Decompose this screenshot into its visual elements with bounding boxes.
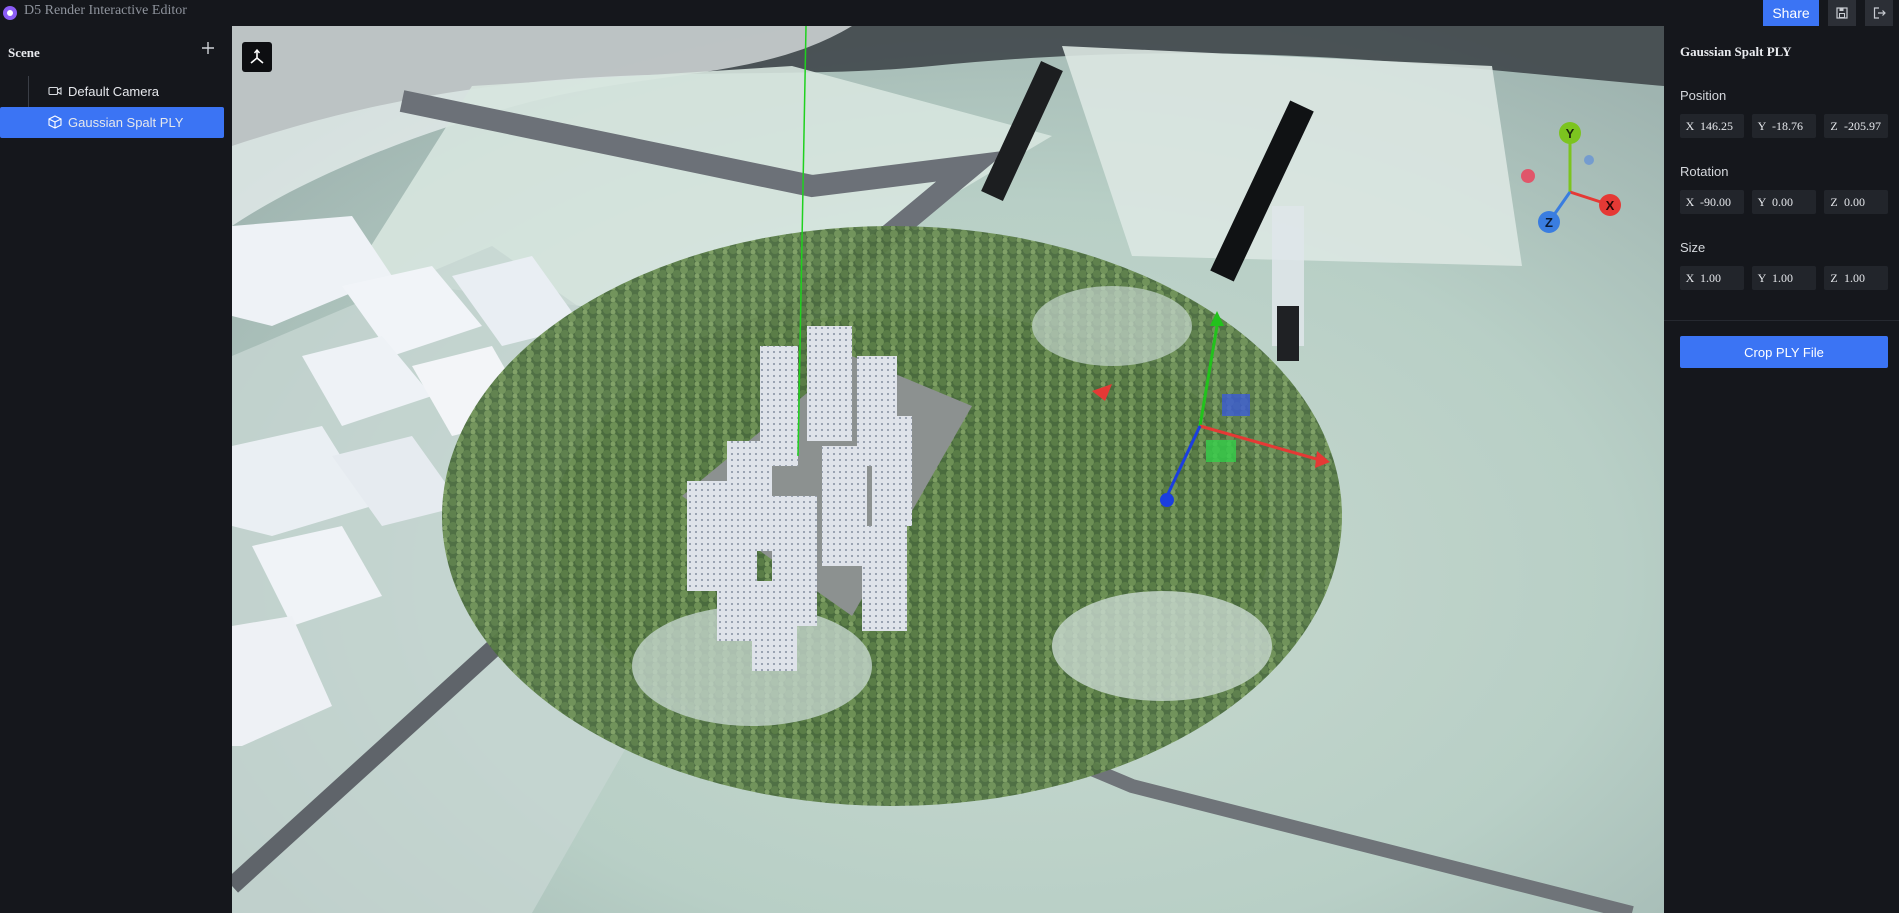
axis-y-label: Y (1757, 194, 1767, 209)
properties-panel: Gaussian Spalt PLY Position X 146.25 Y -… (1664, 26, 1899, 913)
plus-icon (202, 42, 214, 54)
scene-item-gaussian-splat-ply[interactable]: Gaussian Spalt PLY (0, 107, 224, 138)
gizmo-x-label: X (1606, 198, 1615, 213)
scene-item-label: Gaussian Spalt PLY (68, 115, 184, 130)
position-y-value: -18.76 (1772, 118, 1803, 133)
size-y-value: 1.00 (1772, 270, 1793, 285)
save-icon (1836, 7, 1848, 19)
rotation-x-field[interactable]: X -90.00 (1680, 190, 1744, 214)
size-label: Size (1680, 240, 1706, 255)
axis-x-label: X (1685, 270, 1695, 285)
axis-y-label: Y (1757, 270, 1767, 285)
share-button[interactable]: Share (1763, 0, 1819, 26)
axis-y-label: Y (1757, 118, 1767, 133)
rotation-label: Rotation (1680, 164, 1729, 179)
axes-icon (250, 48, 264, 64)
scene-render: Y X Z (232, 26, 1664, 913)
scene-item-label: Default Camera (68, 84, 160, 99)
app-logo-icon (3, 6, 17, 20)
3d-viewport[interactable]: Y X Z (232, 26, 1664, 913)
transform-tool-button[interactable] (242, 42, 272, 72)
exit-icon (1873, 7, 1886, 19)
size-z-field[interactable]: Z 1.00 (1824, 266, 1888, 290)
axis-x-label: X (1685, 118, 1695, 133)
scene-title: Scene (8, 45, 40, 60)
rotation-y-field[interactable]: Y 0.00 (1752, 190, 1816, 214)
top-bar: D5 Render Interactive Editor Share (0, 0, 1899, 26)
rotation-z-field[interactable]: Z 0.00 (1824, 190, 1888, 214)
axis-x-label: X (1685, 194, 1695, 209)
size-x-value: 1.00 (1700, 270, 1721, 285)
scene-panel: Scene Default Camera Gaussian Spalt PLY (0, 26, 233, 913)
position-x-value: 146.25 (1700, 118, 1733, 133)
add-object-button[interactable] (199, 39, 217, 59)
rotation-y-value: 0.00 (1772, 194, 1793, 209)
save-button[interactable] (1828, 0, 1856, 26)
size-x-field[interactable]: X 1.00 (1680, 266, 1744, 290)
panel-divider (1664, 320, 1899, 321)
properties-title: Gaussian Spalt PLY (1680, 44, 1792, 59)
cube-icon (48, 115, 62, 129)
gizmo-z-label: Z (1545, 215, 1553, 230)
position-label: Position (1680, 88, 1727, 103)
position-x-field[interactable]: X 146.25 (1680, 114, 1744, 138)
crop-ply-file-button[interactable]: Crop PLY File (1680, 336, 1888, 368)
camera-icon (48, 86, 62, 96)
scene-item-default-camera[interactable]: Default Camera (0, 76, 224, 107)
axis-z-label: Z (1830, 118, 1838, 133)
exit-button[interactable] (1865, 0, 1893, 26)
rotation-x-value: -90.00 (1700, 194, 1731, 209)
axis-z-label: Z (1830, 194, 1838, 209)
scene-tree: Default Camera Gaussian Spalt PLY (0, 76, 232, 138)
size-z-value: 1.00 (1844, 270, 1865, 285)
rotation-z-value: 0.00 (1844, 194, 1865, 209)
app-title: D5 Render Interactive Editor (24, 3, 187, 18)
position-y-field[interactable]: Y -18.76 (1752, 114, 1816, 138)
gizmo-y-label: Y (1566, 126, 1575, 141)
position-z-value: -205.97 (1844, 118, 1881, 133)
size-y-field[interactable]: Y 1.00 (1752, 266, 1816, 290)
axis-z-label: Z (1830, 270, 1838, 285)
position-z-field[interactable]: Z -205.97 (1824, 114, 1888, 138)
